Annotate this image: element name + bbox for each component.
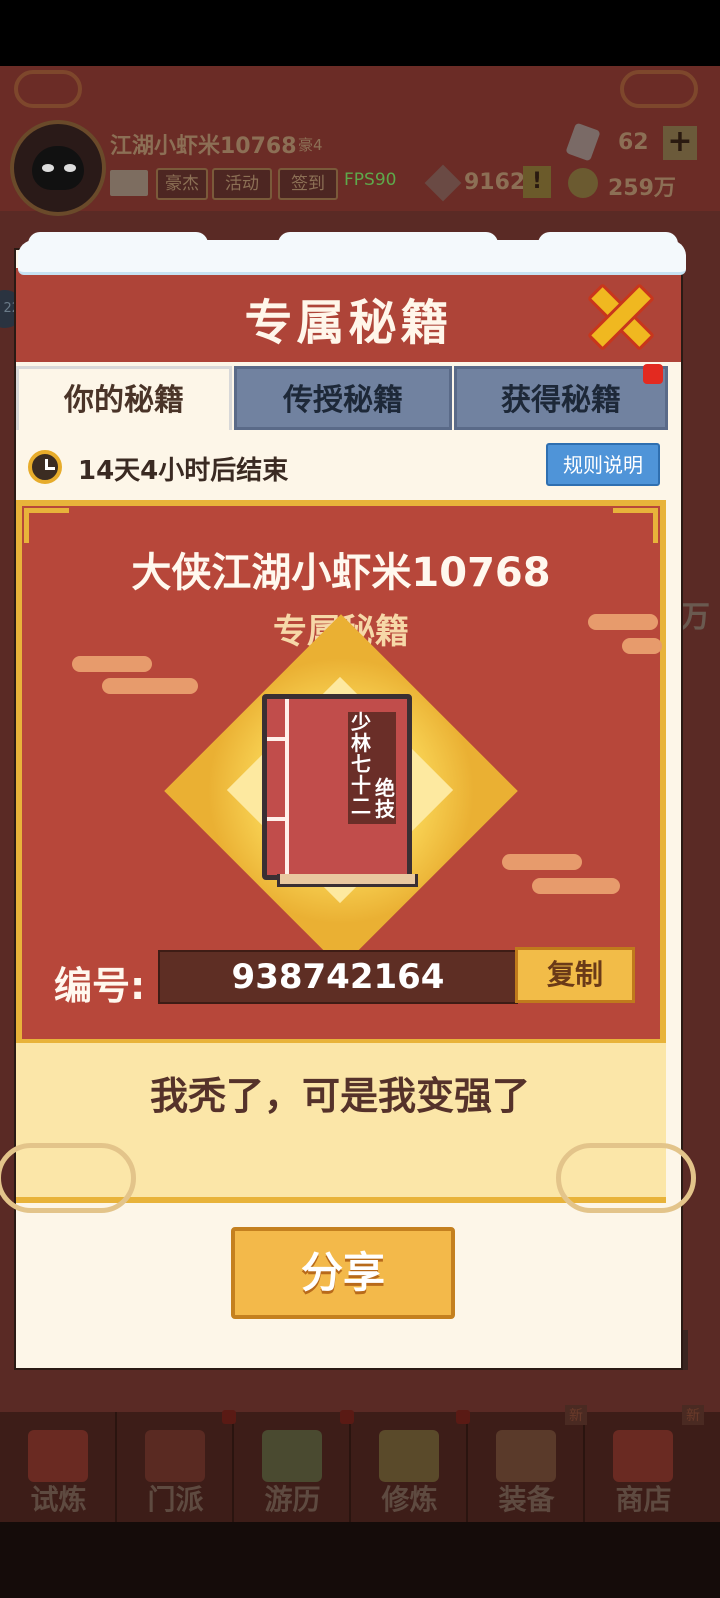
- new-badge: 新: [565, 1405, 587, 1425]
- tab-get-book[interactable]: 获得秘籍: [454, 366, 668, 430]
- tab-your-book[interactable]: 你的秘籍: [16, 366, 232, 430]
- nav-sect[interactable]: 门派: [117, 1412, 234, 1522]
- nav-label: 商店: [615, 1483, 672, 1516]
- avatar[interactable]: [10, 120, 106, 216]
- equipment-icon: [496, 1430, 556, 1482]
- cloud-ornament: [72, 656, 152, 672]
- snow-bump: [28, 232, 208, 256]
- token-count: 9162: [464, 170, 526, 195]
- cloud-ornament: [14, 70, 82, 108]
- book-title-col1: 少 林 七 十 二: [351, 710, 371, 818]
- coin-count: 259万: [608, 176, 676, 201]
- coin-icon: [568, 168, 598, 198]
- rules-button[interactable]: 规则说明: [546, 443, 660, 486]
- nav-shop[interactable]: 商店: [585, 1412, 702, 1522]
- nav-trial[interactable]: 试炼: [0, 1412, 117, 1522]
- cloud-ornament: [0, 1143, 136, 1213]
- corner-ornament: [24, 508, 69, 543]
- nav-label: 门派: [147, 1483, 204, 1516]
- shop-icon: [613, 1430, 673, 1482]
- trial-icon: [28, 1430, 88, 1482]
- mail-icon[interactable]: [110, 170, 148, 196]
- avatar-eye: [42, 164, 54, 172]
- ninja-face-icon: [32, 146, 84, 190]
- snow-decoration: [18, 232, 686, 275]
- status-bar: [0, 0, 720, 66]
- gem-count: 62: [618, 130, 649, 155]
- card-heading: 大侠江湖小虾米10768: [131, 550, 551, 596]
- side-text: 万: [680, 600, 710, 635]
- avatar-eye: [64, 164, 76, 172]
- travel-icon: [262, 1430, 322, 1482]
- quote-area: [0, 1043, 696, 1213]
- nav-label: 装备: [498, 1483, 555, 1516]
- cloud-ornament: [532, 878, 620, 894]
- alert-icon[interactable]: !: [523, 166, 551, 198]
- clock-icon: [28, 450, 62, 484]
- cloud-ornament: [620, 70, 698, 108]
- cloud-ornament: [556, 1143, 696, 1213]
- snow-bump: [538, 232, 678, 256]
- corner-ornament: [613, 508, 658, 543]
- share-button[interactable]: 分享: [231, 1227, 455, 1319]
- nav-label: 修炼: [381, 1483, 438, 1516]
- nav-travel[interactable]: 游历: [234, 1412, 351, 1522]
- bottom-strip: [0, 1522, 720, 1598]
- nav-cultivate[interactable]: 修炼: [351, 1412, 468, 1522]
- cloud-ornament: [502, 854, 582, 870]
- player-rank: 豪4: [298, 136, 323, 154]
- nav-label: 试炼: [30, 1483, 87, 1516]
- hero-button[interactable]: 豪杰: [156, 168, 208, 200]
- events-button[interactable]: 活动: [212, 168, 272, 200]
- close-button[interactable]: [587, 283, 655, 351]
- book-title-col2: 绝 技: [375, 776, 395, 821]
- notification-dot: [643, 364, 663, 384]
- fps-counter: FPS90: [344, 170, 397, 190]
- quote-text: 我秃了，可是我变强了: [149, 1074, 530, 1118]
- tab-teach-book[interactable]: 传授秘籍: [234, 366, 452, 430]
- cultivate-icon: [379, 1430, 439, 1482]
- sect-icon: [145, 1430, 205, 1482]
- code-label: 编号:: [54, 964, 146, 1008]
- countdown-text: 14天4小时后结束: [78, 456, 289, 486]
- player-name: 江湖小虾米10768: [110, 134, 297, 159]
- add-gems-button[interactable]: +: [663, 126, 697, 160]
- nav-equipment[interactable]: 装备: [468, 1412, 585, 1522]
- copy-button[interactable]: 复制: [515, 947, 635, 1003]
- notification-dot: [222, 1410, 236, 1424]
- checkin-button[interactable]: 签到: [278, 168, 338, 200]
- new-badge: 新: [682, 1405, 704, 1425]
- nav-label: 游历: [264, 1483, 321, 1516]
- code-value: 938742164: [158, 950, 518, 1004]
- modal-title: 专属秘籍: [244, 295, 453, 351]
- notification-dot: [456, 1410, 470, 1424]
- notification-dot: [340, 1410, 354, 1424]
- cloud-ornament: [102, 678, 198, 694]
- snow-bump: [278, 232, 498, 256]
